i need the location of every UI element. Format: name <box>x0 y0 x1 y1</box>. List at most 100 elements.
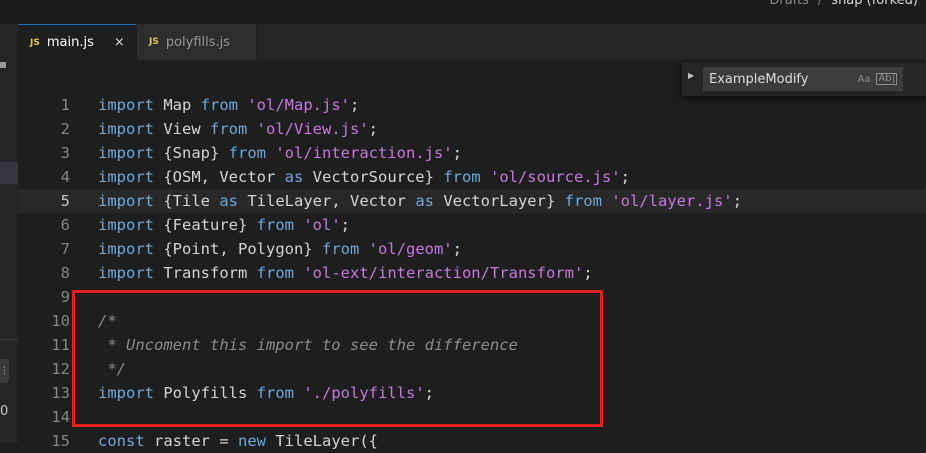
match-case-icon[interactable]: Aa <box>857 74 870 85</box>
line-number: 11 <box>51 336 70 354</box>
code-token: const <box>98 432 145 450</box>
code-token: ; <box>350 96 360 114</box>
code-line[interactable]: 8 import Transform from 'ol-ext/interacti… <box>18 261 926 285</box>
code-line[interactable]: 5 import {Tile as TileLayer, Vector as Ve… <box>18 189 926 213</box>
code-token: ; <box>583 264 593 282</box>
code-token: ; <box>368 120 378 138</box>
code-token: as <box>284 168 304 186</box>
code-token: Map <box>154 96 201 114</box>
code-token: ; <box>340 216 350 234</box>
line-number: 10 <box>51 312 70 330</box>
code-line[interactable]: 3 import {Snap} from 'ol/interaction.js'; <box>18 141 926 165</box>
code-token: 'ol' <box>303 216 341 234</box>
code-token: 'ol/geom' <box>368 240 453 258</box>
tab-polyfills-js[interactable]: JS polyfills.js <box>137 24 257 60</box>
whole-word-icon[interactable]: Ab| <box>876 73 897 85</box>
code-token: new <box>238 432 266 450</box>
top-bar: Drafts / snap (forked) <box>0 0 926 24</box>
code-token: import <box>98 144 154 162</box>
find-widget: ▶ ExampleModify Aa Ab| <box>682 62 926 96</box>
code-token: import <box>98 264 154 282</box>
sidebar-options-button[interactable]: ⋮ <box>0 359 9 383</box>
code-token: ; <box>732 192 742 210</box>
code-token: {Point, Polygon} <box>154 240 322 258</box>
javascript-file-icon: JS <box>30 37 40 48</box>
code-text: import Map from 'ol/Map.js'; <box>98 93 359 117</box>
selected-sidebar-item[interactable] <box>0 162 18 184</box>
code-token: from <box>256 264 294 282</box>
line-number: 4 <box>60 168 70 186</box>
tab-label: polyfills.js <box>165 34 231 50</box>
code-token: {Snap} <box>154 144 229 162</box>
code-text: import View from 'ol/View.js'; <box>98 117 378 141</box>
code-line[interactable]: 15 const raster = new TileLayer({ <box>18 429 926 453</box>
code-token: 'ol/interaction.js' <box>275 144 453 162</box>
code-text: import {Snap} from 'ol/interaction.js'; <box>98 141 462 165</box>
code-token: 'ol/layer.js' <box>611 192 733 210</box>
code-text: import {Tile as TileLayer, Vector as Vec… <box>98 189 742 213</box>
code-token: {OSM, Vector <box>154 168 285 186</box>
code-token: 'ol/Map.js' <box>247 96 350 114</box>
code-token: 'ol-ext/interaction/Transform' <box>303 264 584 282</box>
code-token: from <box>256 216 294 234</box>
line-number: 5 <box>60 192 70 210</box>
line-number: 2 <box>60 120 70 138</box>
editor-tabs: JS main.js × JS polyfills.js <box>18 24 926 60</box>
code-token: import <box>98 120 154 138</box>
line-number: 14 <box>51 408 70 426</box>
code-token: import <box>98 240 154 258</box>
code-token: {Tile <box>154 192 220 210</box>
code-token: 'ol/source.js' <box>489 168 621 186</box>
code-line[interactable]: 6 import {Feature} from 'ol'; <box>18 213 926 237</box>
code-token: as <box>415 192 434 210</box>
collapse-icon[interactable] <box>0 62 6 68</box>
side-panel: ⋮ 0 <box>0 24 18 443</box>
code-token: raster = <box>144 432 238 450</box>
code-token: import <box>98 96 154 114</box>
breadcrumb-current[interactable]: snap (forked) <box>831 0 918 8</box>
code-line[interactable]: 1 import Map from 'ol/Map.js'; <box>18 93 926 117</box>
chevron-right-icon[interactable]: ▶ <box>688 71 694 80</box>
line-number: 15 <box>51 432 70 450</box>
code-token: 'ol/View.js' <box>256 120 369 138</box>
tab-main-js[interactable]: JS main.js × <box>18 24 137 60</box>
code-token: Transform <box>154 264 257 282</box>
code-line[interactable]: 4 import {OSM, Vector as VectorSource} fr… <box>18 165 926 189</box>
code-line[interactable]: 2 import View from 'ol/View.js'; <box>18 117 926 141</box>
code-token: ; <box>452 240 462 258</box>
code-token: from <box>321 240 360 258</box>
code-token: ; <box>620 168 630 186</box>
find-input[interactable]: ExampleModify Aa Ab| <box>703 67 903 91</box>
code-token: import <box>98 192 154 210</box>
tab-label: main.js <box>46 35 94 50</box>
close-icon[interactable]: × <box>114 35 125 50</box>
code-token: TileLayer({ <box>266 432 378 450</box>
code-text: const raster = new TileLayer({ <box>98 429 378 453</box>
code-token: import <box>98 168 154 186</box>
sidebar-divider <box>0 339 18 340</box>
code-token: from <box>228 144 266 162</box>
code-token: VectorSource} <box>303 168 444 186</box>
line-number: 3 <box>60 144 70 162</box>
code-token: VectorLayer} <box>433 192 565 210</box>
code-token: import <box>98 216 154 234</box>
code-text: import {Point, Polygon} from 'ol/geom'; <box>98 237 462 261</box>
code-text: import {Feature} from 'ol'; <box>98 213 350 237</box>
sidebar-count: 0 <box>0 404 9 419</box>
code-line[interactable]: 7 import {Point, Polygon} from 'ol/geom'; <box>18 237 926 261</box>
annotation-highlight-box <box>72 290 603 427</box>
code-token: from <box>443 168 481 186</box>
code-token: from <box>210 120 248 138</box>
breadcrumb-parent[interactable]: Drafts <box>769 0 809 8</box>
code-token: {Feature} <box>154 216 257 234</box>
code-token: from <box>200 96 238 114</box>
line-number: 8 <box>60 264 70 282</box>
